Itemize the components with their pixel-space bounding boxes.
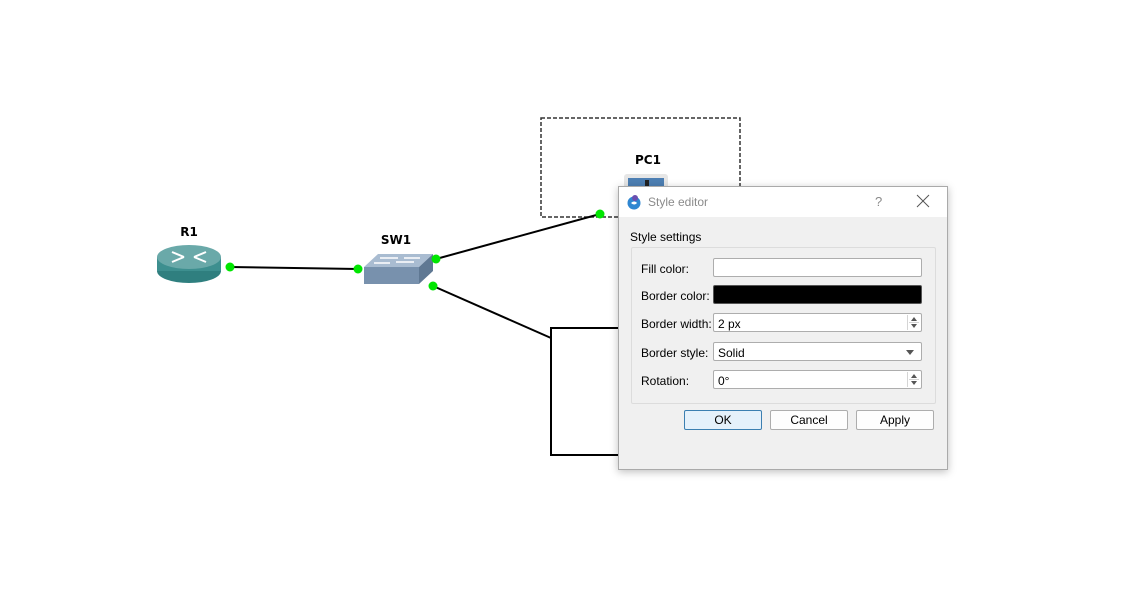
rotation-label: Rotation: bbox=[641, 374, 690, 388]
dialog-titlebar[interactable]: Style editor ? bbox=[619, 187, 947, 217]
style-editor-dialog: Style editor ? Style settings Fill color… bbox=[618, 186, 948, 470]
style-settings-title: Style settings bbox=[630, 230, 702, 244]
border-color-button[interactable] bbox=[713, 285, 922, 304]
topology-canvas[interactable]: R1 SW1 PC1 bbox=[0, 0, 1135, 606]
gns3-app-icon bbox=[627, 195, 641, 210]
node-label-pc1: PC1 bbox=[635, 153, 661, 167]
link-sw1-pc1[interactable] bbox=[435, 213, 601, 260]
border-style-value: Solid bbox=[718, 346, 745, 360]
link-sw1-rect[interactable] bbox=[432, 285, 552, 339]
border-width-label: Border width: bbox=[641, 317, 712, 331]
border-width-spin-arrows[interactable] bbox=[907, 315, 920, 330]
router-r1[interactable]: R1 bbox=[157, 225, 221, 283]
fill-color-label: Fill color: bbox=[641, 262, 690, 276]
rotation-spinbox[interactable]: 0° bbox=[713, 370, 922, 389]
port-pc1[interactable] bbox=[595, 209, 605, 219]
port-sw1-pc1[interactable] bbox=[431, 254, 441, 264]
dialog-title: Style editor bbox=[648, 195, 709, 209]
switch-sw1[interactable]: SW1 bbox=[364, 233, 433, 284]
node-label-sw1: SW1 bbox=[381, 233, 411, 247]
spin-down-icon[interactable] bbox=[911, 324, 917, 328]
spin-up-icon[interactable] bbox=[911, 374, 917, 378]
cancel-button[interactable]: Cancel bbox=[770, 410, 848, 430]
apply-button[interactable]: Apply bbox=[856, 410, 934, 430]
border-width-value: 2 px bbox=[718, 317, 741, 331]
rotation-value: 0° bbox=[718, 374, 730, 388]
port-sw1-r1[interactable] bbox=[353, 264, 363, 274]
spin-up-icon[interactable] bbox=[911, 317, 917, 321]
border-color-label: Border color: bbox=[641, 289, 710, 303]
port-sw1-rect[interactable] bbox=[428, 281, 438, 291]
border-style-label: Border style: bbox=[641, 346, 709, 360]
help-button[interactable]: ? bbox=[875, 194, 882, 209]
chevron-down-icon bbox=[906, 350, 914, 355]
border-style-dropdown[interactable]: Solid bbox=[713, 342, 922, 361]
close-icon[interactable] bbox=[915, 193, 931, 209]
rotation-spin-arrows[interactable] bbox=[907, 372, 920, 387]
link-r1-sw1[interactable] bbox=[229, 266, 359, 270]
border-width-spinbox[interactable]: 2 px bbox=[713, 313, 922, 332]
fill-color-button[interactable] bbox=[713, 258, 922, 277]
port-r1[interactable] bbox=[225, 262, 235, 272]
ok-button[interactable]: OK bbox=[684, 410, 762, 430]
spin-down-icon[interactable] bbox=[911, 381, 917, 385]
node-label-r1: R1 bbox=[180, 225, 198, 239]
